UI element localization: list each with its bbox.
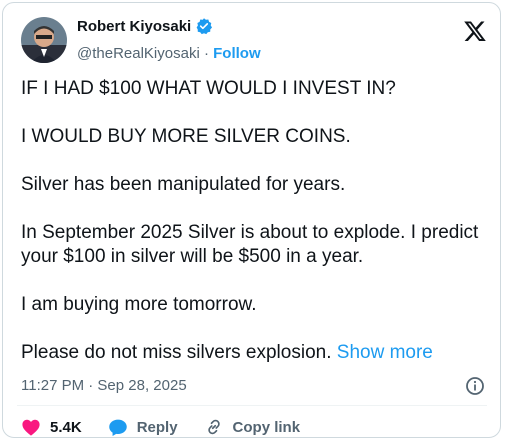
reply-button[interactable]: Reply bbox=[108, 418, 178, 437]
like-count: 5.4K bbox=[50, 418, 82, 436]
link-icon bbox=[207, 419, 220, 435]
info-icon[interactable] bbox=[465, 376, 485, 396]
post-paragraph-3: Silver has been manipulated for years. bbox=[21, 174, 346, 195]
post-timestamp[interactable]: 11:27 PM · Sep 28, 2025 bbox=[21, 377, 187, 394]
reply-label: Reply bbox=[136, 418, 178, 436]
show-more-link[interactable]: Show more bbox=[337, 342, 433, 363]
action-bar: 5.4K Reply Copy link bbox=[21, 417, 326, 437]
reply-icon bbox=[108, 419, 127, 436]
post-paragraph-6-text: Please do not miss silvers explosion. bbox=[21, 342, 332, 363]
verified-badge-icon bbox=[196, 18, 213, 35]
author-handle-row: @theRealKiyosaki · Follow bbox=[77, 45, 261, 62]
follow-button[interactable]: Follow bbox=[213, 45, 261, 62]
author-name-row: Robert Kiyosaki bbox=[77, 17, 213, 35]
heart-icon bbox=[22, 419, 40, 436]
post-paragraph-6: Please do not miss silvers explosion. Sh… bbox=[21, 341, 491, 365]
post-paragraph-1: IF I HAD $100 WHAT WOULD I INVEST IN? bbox=[21, 78, 396, 99]
post-card: Robert Kiyosaki @theRealKiyosaki · Follo… bbox=[2, 2, 501, 438]
post-paragraph-5: I am buying more tomorrow. bbox=[21, 294, 257, 315]
handle-separator: · bbox=[203, 45, 209, 62]
post-paragraph-2: I WOULD BUY MORE SILVER COINS. bbox=[21, 126, 351, 147]
divider bbox=[17, 405, 487, 406]
x-logo-icon[interactable] bbox=[463, 19, 487, 43]
like-button[interactable]: 5.4K bbox=[21, 418, 82, 436]
author-display-name[interactable]: Robert Kiyosaki bbox=[77, 18, 191, 35]
post-text: IF I HAD $100 WHAT WOULD I INVEST IN? I … bbox=[21, 77, 491, 389]
copy-link-label: Copy link bbox=[232, 418, 301, 436]
copy-link-button[interactable]: Copy link bbox=[204, 417, 301, 437]
avatar[interactable] bbox=[21, 17, 67, 63]
post-paragraph-4: In September 2025 Silver is about to exp… bbox=[21, 222, 479, 267]
avatar-image bbox=[21, 17, 67, 63]
author-handle[interactable]: @theRealKiyosaki bbox=[77, 45, 200, 62]
